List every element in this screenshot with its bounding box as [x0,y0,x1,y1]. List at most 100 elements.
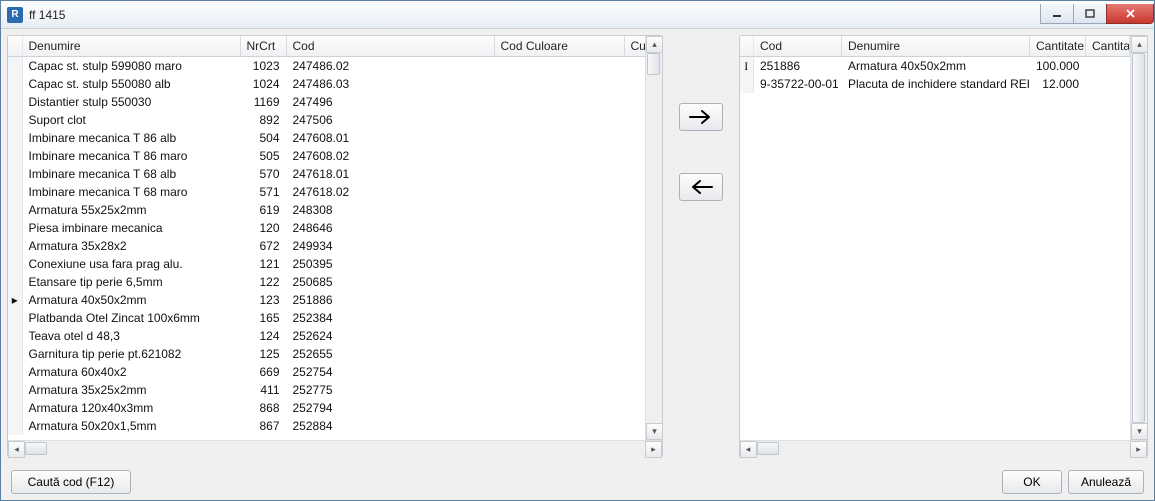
cell-nrcrt[interactable]: 122 [240,273,286,291]
cell-cu[interactable] [624,219,645,237]
cell-nrcrt[interactable]: 123 [240,291,286,309]
cell-nrcrt[interactable]: 125 [240,345,286,363]
table-row[interactable]: Garnitura tip perie pt.621082125252655 [8,345,645,363]
table-row[interactable]: Suport clot892247506 [8,111,645,129]
cell-cu[interactable] [624,165,645,183]
cell-cu[interactable] [624,273,645,291]
cell-nrcrt[interactable]: 1023 [240,57,286,76]
cell-denumire[interactable]: Placuta de inchidere standard REHAU [842,75,1030,93]
scroll-down-icon[interactable]: ▾ [1131,423,1148,440]
cell-denumire[interactable]: Armatura 60x40x2 [22,363,240,381]
scroll-up-icon[interactable]: ▴ [1131,36,1148,53]
cell-cod-culoare[interactable] [494,363,624,381]
cell-cu[interactable] [624,237,645,255]
cell-cod-culoare[interactable] [494,93,624,111]
cell-nrcrt[interactable]: 121 [240,255,286,273]
table-row[interactable]: Armatura 120x40x3mm868252794 [8,399,645,417]
cell-cod-culoare[interactable] [494,75,624,93]
cell-cod[interactable]: 252794 [286,399,494,417]
cell-cod-culoare[interactable] [494,381,624,399]
table-row[interactable]: Capac st. stulp 599080 maro1023247486.02 [8,57,645,76]
left-horizontal-scrollbar[interactable]: ◂ ▸ [8,440,662,457]
cell-denumire[interactable]: Armatura 40x50x2mm [842,57,1030,76]
cell-cod[interactable]: 247618.02 [286,183,494,201]
cell-cu[interactable] [624,147,645,165]
cell-cantita[interactable] [1086,57,1130,76]
cell-denumire[interactable]: Teava otel d 48,3 [22,327,240,345]
cell-cod-culoare[interactable] [494,111,624,129]
search-code-button[interactable]: Caută cod (F12) [11,470,131,494]
cell-cod-culoare[interactable] [494,255,624,273]
cell-nrcrt[interactable]: 672 [240,237,286,255]
cell-cod-culoare[interactable] [494,129,624,147]
cell-cu[interactable] [624,255,645,273]
cell-cantita[interactable] [1086,75,1130,93]
cell-cu[interactable] [624,381,645,399]
scroll-down-icon[interactable]: ▾ [646,423,663,440]
cell-cu[interactable] [624,345,645,363]
maximize-button[interactable] [1073,4,1107,24]
cell-cod-culoare[interactable] [494,237,624,255]
cell-cod-culoare[interactable] [494,327,624,345]
cell-cod[interactable]: 247608.02 [286,147,494,165]
cell-cod-culoare[interactable] [494,147,624,165]
right-grid[interactable]: Cod Denumire Cantitate Cantita I251886Ar… [740,36,1131,93]
cell-cu[interactable] [624,75,645,93]
cell-nrcrt[interactable]: 669 [240,363,286,381]
cell-cod-culoare[interactable] [494,165,624,183]
cancel-button[interactable]: Anulează [1068,470,1144,494]
left-vertical-scrollbar[interactable]: ▴ ▾ [645,36,662,440]
cell-cod-culoare[interactable] [494,399,624,417]
cell-cod[interactable]: 247506 [286,111,494,129]
cell-cod[interactable]: 248308 [286,201,494,219]
cell-cod-culoare[interactable] [494,57,624,76]
table-row[interactable]: Armatura 60x40x2669252754 [8,363,645,381]
cell-cod[interactable]: 252384 [286,309,494,327]
cell-cod[interactable]: 248646 [286,219,494,237]
col-cu[interactable]: Cu [624,36,645,57]
table-row[interactable]: Piesa imbinare mecanica120248646 [8,219,645,237]
table-row[interactable]: 9-35722-00-01Placuta de inchidere standa… [740,75,1130,93]
cell-cod[interactable]: 252884 [286,417,494,435]
right-vertical-scrollbar[interactable]: ▴ ▾ [1130,36,1147,440]
table-row[interactable]: Armatura 55x25x2mm619248308 [8,201,645,219]
move-left-button[interactable] [679,173,723,201]
cell-cantitate[interactable]: 12.000 [1030,75,1086,93]
cell-cod[interactable]: 250685 [286,273,494,291]
scroll-thumb[interactable] [25,442,47,455]
cell-cu[interactable] [624,57,645,76]
cell-denumire[interactable]: Platbanda Otel Zincat 100x6mm [22,309,240,327]
cell-nrcrt[interactable]: 1024 [240,75,286,93]
col-cod[interactable]: Cod [754,36,842,57]
col-denumire[interactable]: Denumire [22,36,240,57]
table-row[interactable]: Armatura 50x20x1,5mm867252884 [8,417,645,435]
table-row[interactable]: Capac st. stulp 550080 alb1024247486.03 [8,75,645,93]
cell-cod-culoare[interactable] [494,183,624,201]
cell-denumire[interactable]: Armatura 120x40x3mm [22,399,240,417]
close-button[interactable] [1106,4,1154,24]
cell-cod[interactable]: 247486.02 [286,57,494,76]
cell-denumire[interactable]: Imbinare mecanica T 86 maro [22,147,240,165]
cell-cod-culoare[interactable] [494,417,624,435]
cell-denumire[interactable]: Capac st. stulp 599080 maro [22,57,240,76]
right-horizontal-scrollbar[interactable]: ◂ ▸ [740,440,1148,457]
table-row[interactable]: Platbanda Otel Zincat 100x6mm165252384 [8,309,645,327]
cell-nrcrt[interactable]: 571 [240,183,286,201]
cell-nrcrt[interactable]: 892 [240,111,286,129]
table-row[interactable]: Imbinare mecanica T 86 maro505247608.02 [8,147,645,165]
cell-denumire[interactable]: Imbinare mecanica T 68 maro [22,183,240,201]
cell-nrcrt[interactable]: 868 [240,399,286,417]
cell-denumire[interactable]: Etansare tip perie 6,5mm [22,273,240,291]
scroll-thumb[interactable] [757,442,779,455]
cell-cod[interactable]: 252655 [286,345,494,363]
left-grid[interactable]: Denumire NrCrt Cod Cod Culoare Cu Capac … [8,36,645,435]
cell-denumire[interactable]: Armatura 40x50x2mm [22,291,240,309]
cell-denumire[interactable]: Imbinare mecanica T 86 alb [22,129,240,147]
table-row[interactable]: Distantier stulp 5500301169247496 [8,93,645,111]
cell-cu[interactable] [624,327,645,345]
cell-denumire[interactable]: Capac st. stulp 550080 alb [22,75,240,93]
cell-cu[interactable] [624,309,645,327]
cell-cod[interactable]: 250395 [286,255,494,273]
titlebar[interactable]: R ff 1415 [1,1,1154,29]
cell-cu[interactable] [624,129,645,147]
